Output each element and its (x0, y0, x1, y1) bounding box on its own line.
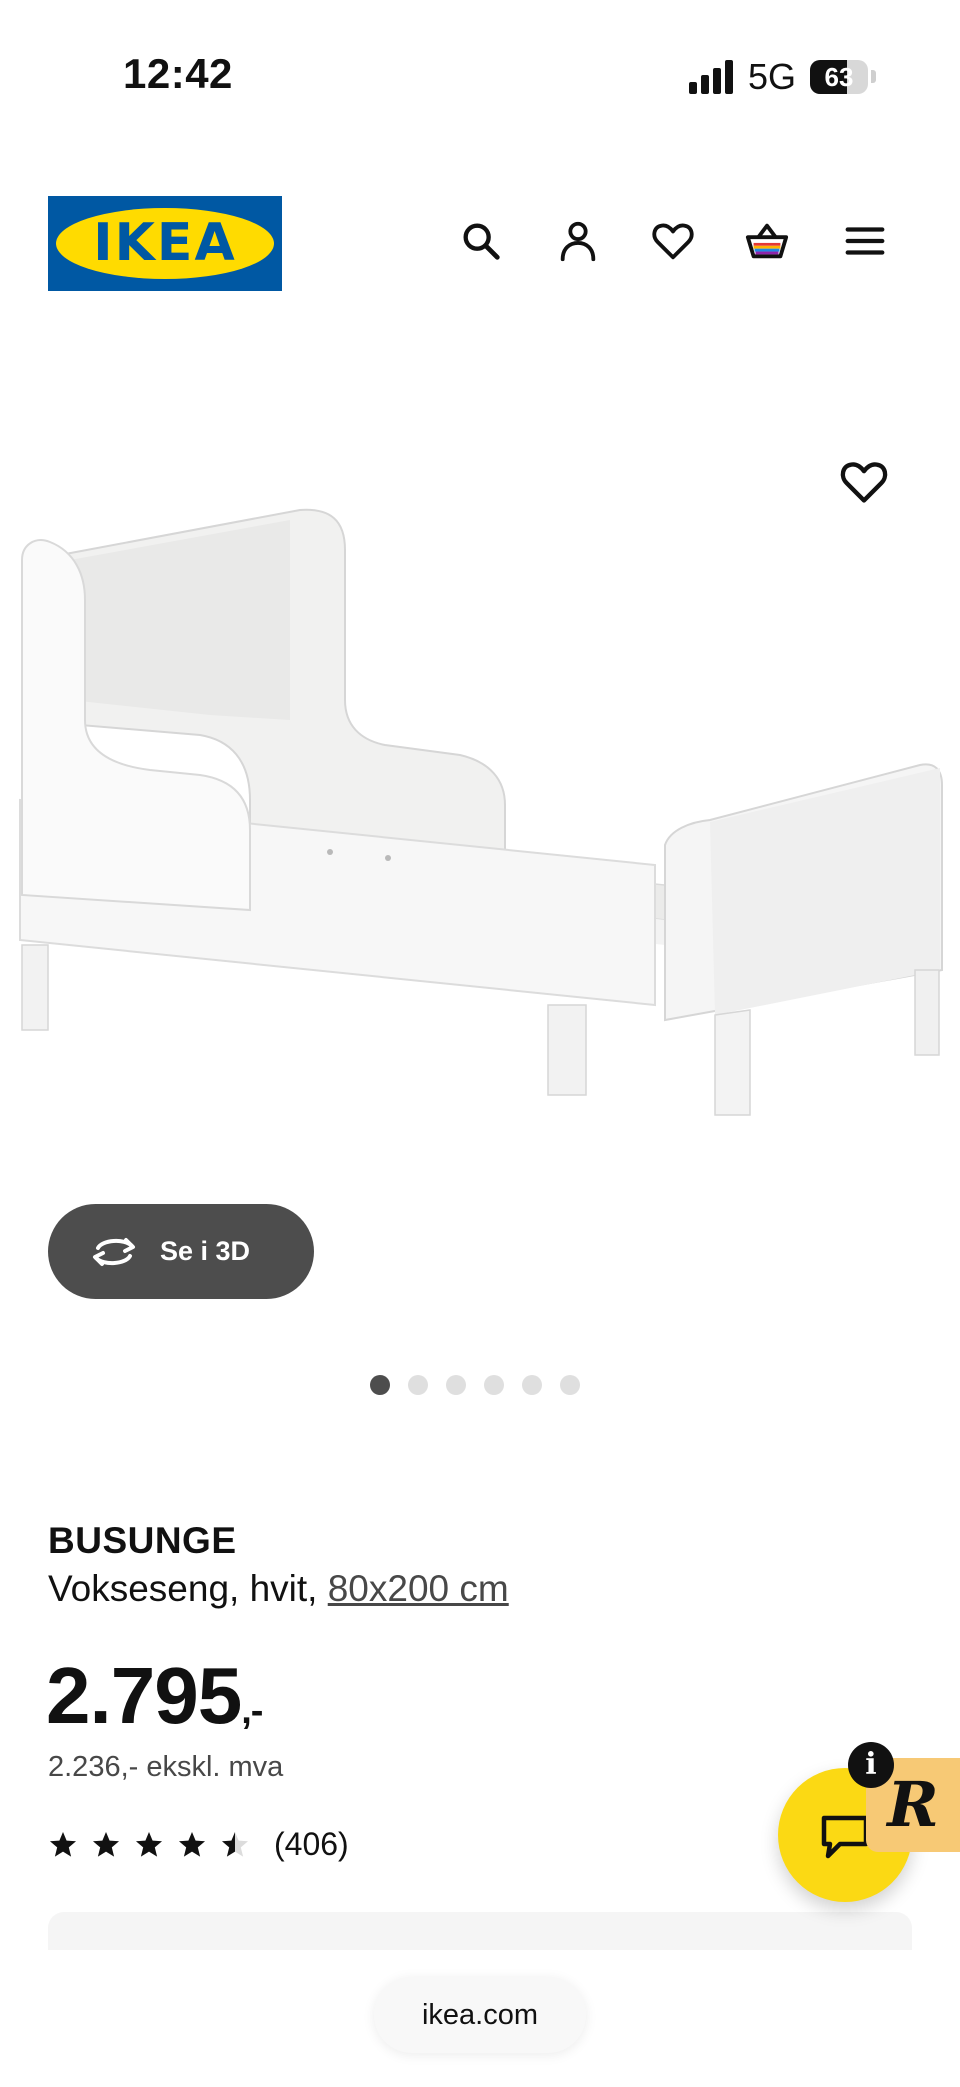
menu-icon[interactable] (838, 214, 892, 268)
info-icon[interactable]: i (848, 1742, 894, 1788)
price-main: 2.795 (46, 1651, 242, 1740)
status-time: 12:42 (123, 50, 233, 97)
status-bar: 12:42 5G 63 (0, 0, 960, 150)
pagination-dot[interactable] (522, 1375, 542, 1395)
signal-icon (689, 60, 735, 94)
logo-text: IKEA (93, 213, 237, 273)
pagination-dot[interactable] (484, 1375, 504, 1395)
info-card (48, 1912, 912, 1950)
network-label: 5G (748, 56, 797, 97)
product-rating[interactable]: (406) (48, 1826, 349, 1863)
profile-icon[interactable] (551, 214, 605, 268)
site-header: IKEA (0, 190, 960, 300)
star-icon (50, 1831, 76, 1857)
pagination-dot[interactable] (408, 1375, 428, 1395)
view-3d-button[interactable]: Se i 3D (48, 1204, 314, 1299)
product-gallery[interactable]: Se i 3D (0, 400, 960, 1395)
review-count[interactable]: (406) (274, 1826, 349, 1863)
star-icon (136, 1831, 162, 1857)
gallery-pagination (370, 1375, 580, 1395)
basket-icon[interactable] (740, 214, 794, 268)
star-icon (179, 1831, 205, 1857)
rating-stars (48, 1830, 250, 1860)
battery-level: 63 (824, 62, 854, 92)
battery-cap (871, 70, 876, 83)
star-icon (93, 1831, 119, 1857)
size-link[interactable]: 80x200 cm (328, 1568, 509, 1609)
battery-icon: 63 (810, 60, 868, 94)
ikea-logo[interactable]: IKEA (48, 196, 282, 291)
pagination-dot[interactable] (446, 1375, 466, 1395)
price-suffix: ,- (241, 1690, 263, 1732)
chat-bubble-icon (821, 1815, 869, 1859)
pagination-dot[interactable] (560, 1375, 580, 1395)
product-name: BUSUNGE (48, 1520, 237, 1561)
product-description: Vokseseng, hvit, 80x200 cm (48, 1568, 509, 1610)
search-icon[interactable] (454, 214, 508, 268)
rotate-3d-icon (93, 1237, 135, 1266)
heart-icon[interactable] (646, 214, 700, 268)
star-icon (222, 1831, 248, 1857)
browser-url-bar[interactable]: ikea.com (374, 1977, 586, 2053)
pagination-dot[interactable] (370, 1375, 390, 1395)
product-description-text: Vokseseng, hvit, (48, 1568, 328, 1609)
product-price: 2.795,- (46, 1650, 263, 1742)
product-image[interactable] (0, 500, 960, 1240)
price-excl-vat: 2.236,- ekskl. mva (48, 1751, 284, 1783)
view-3d-label: Se i 3D (160, 1236, 251, 1266)
